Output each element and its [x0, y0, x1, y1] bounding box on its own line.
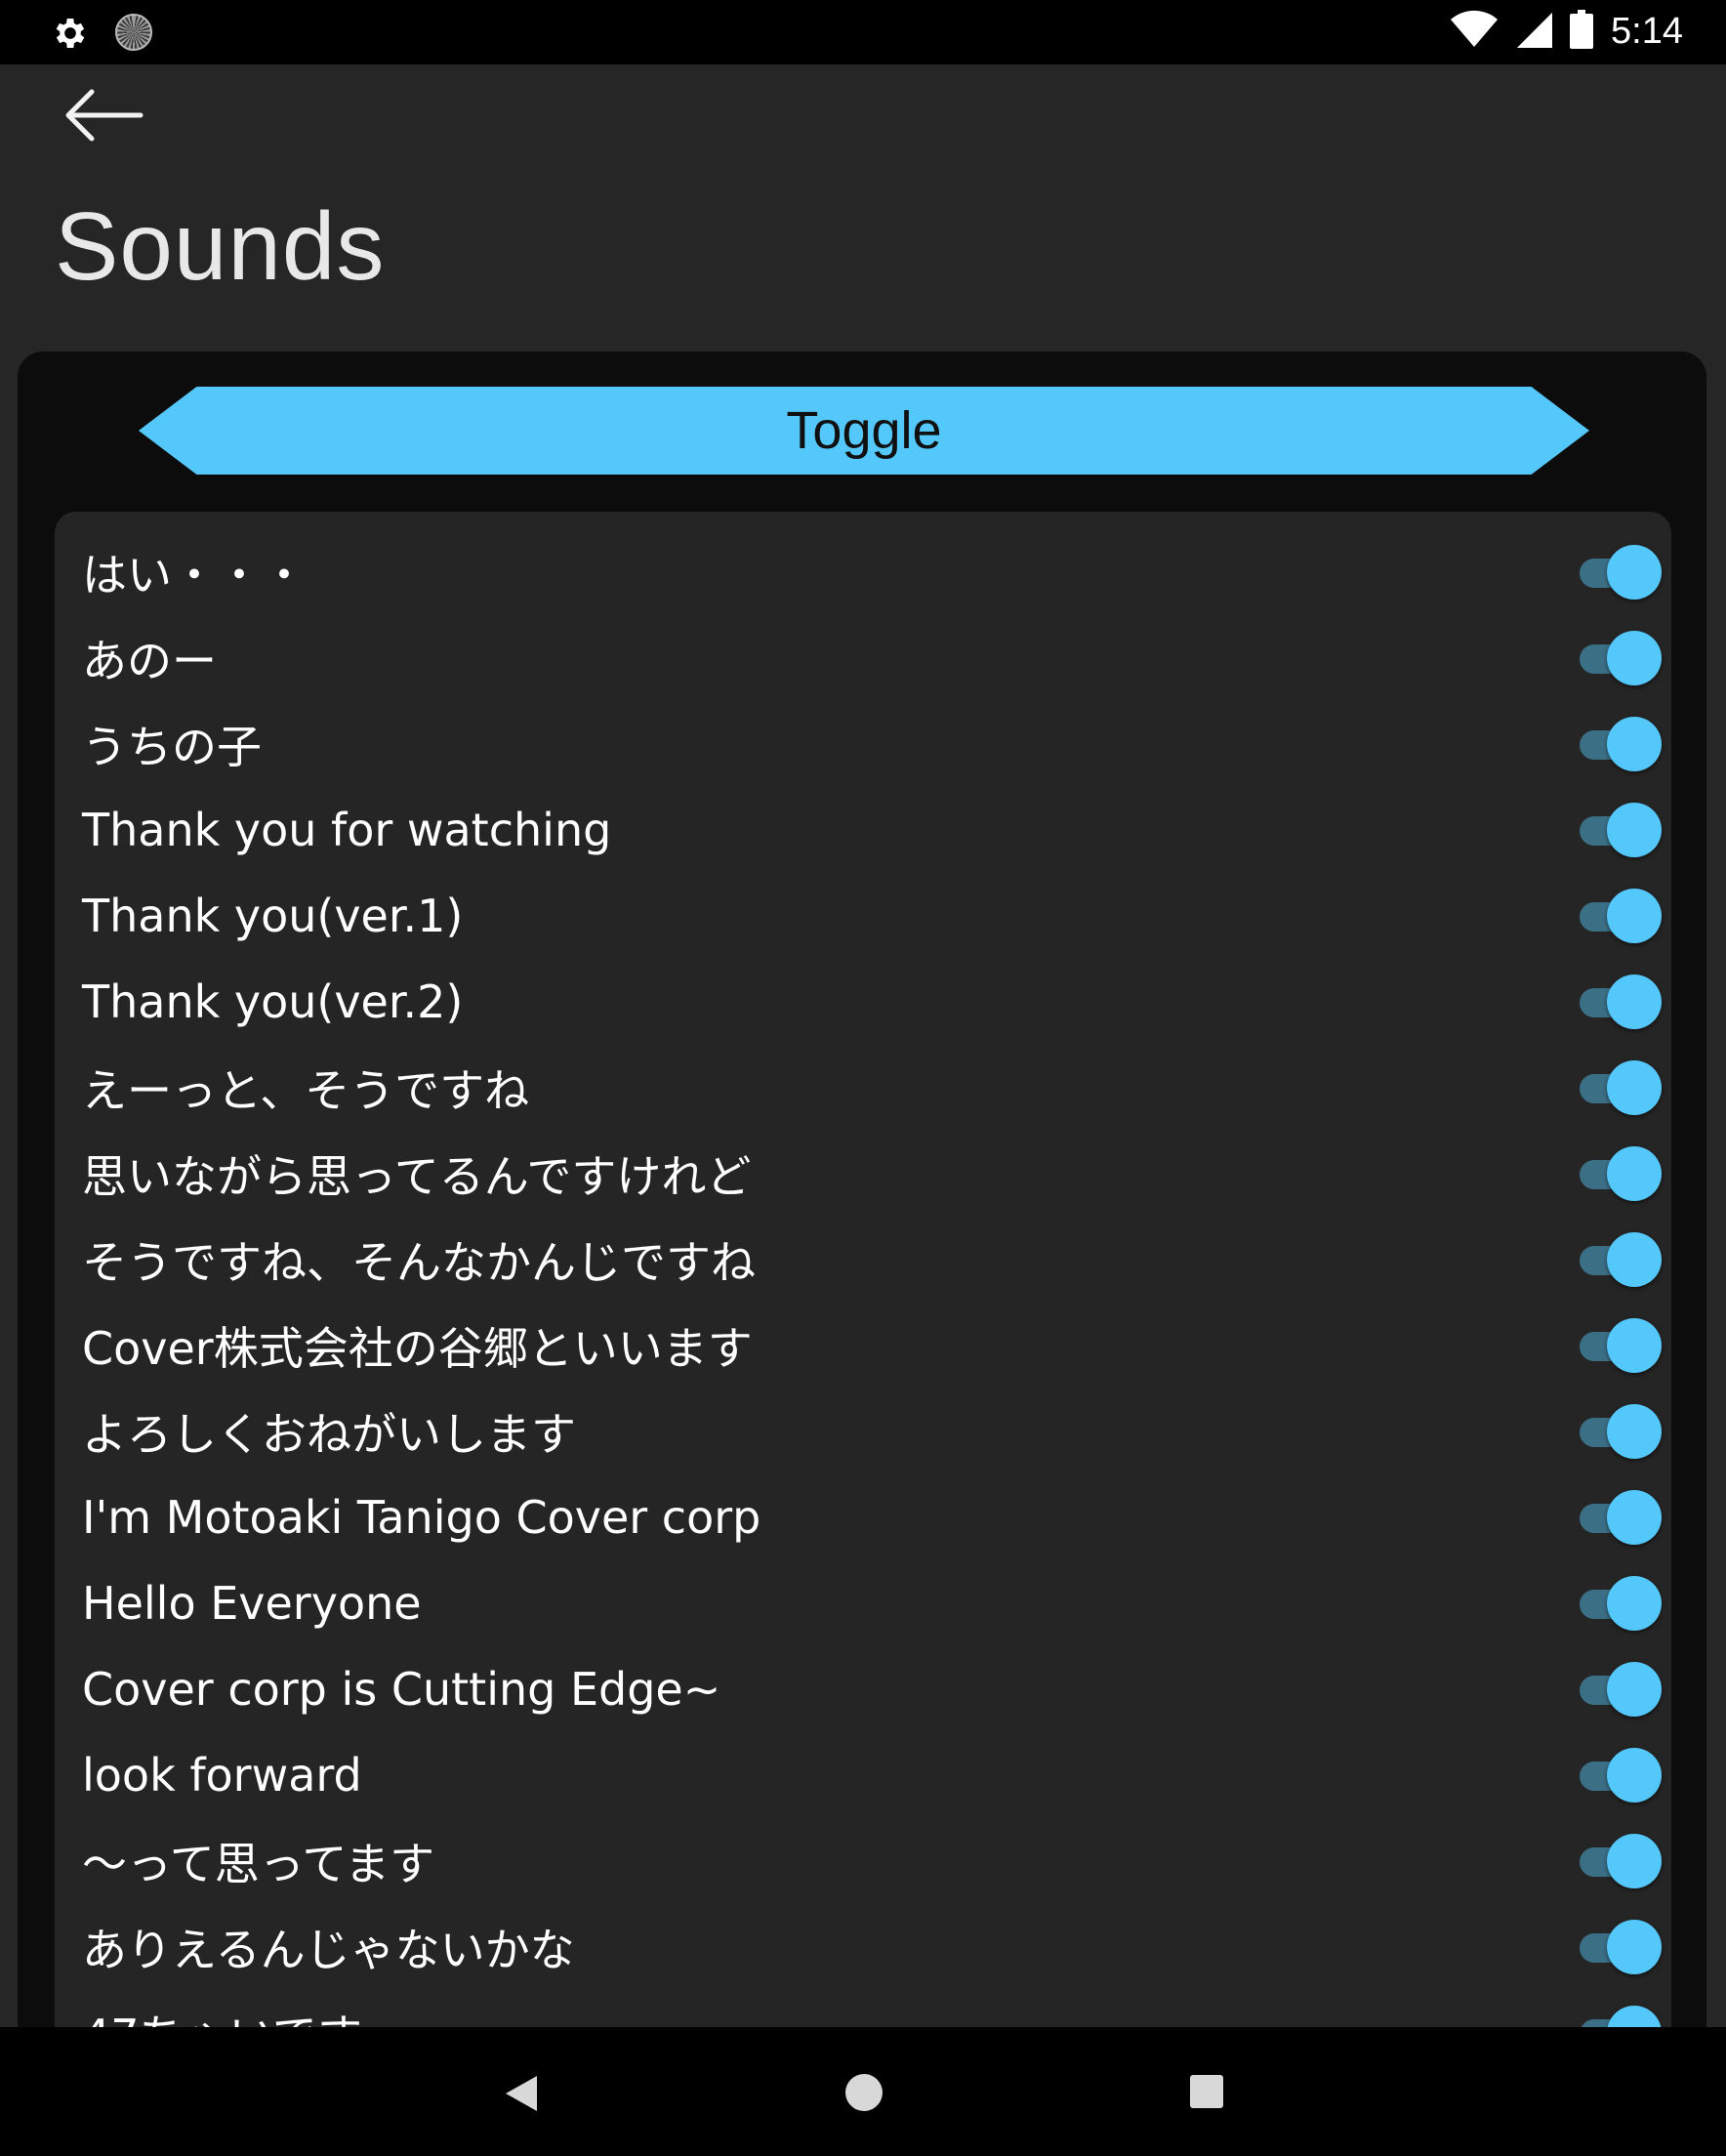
sound-item: そうですね、そんなかんじですね	[55, 1217, 1671, 1303]
switch-thumb	[1607, 717, 1662, 771]
sound-toggle-switch[interactable]	[1576, 1662, 1662, 1717]
status-bar-left	[51, 14, 152, 57]
switch-thumb	[1607, 1490, 1662, 1545]
switch-thumb	[1607, 1576, 1662, 1631]
sound-toggle-switch[interactable]	[1576, 1490, 1662, 1545]
switch-thumb	[1607, 889, 1662, 943]
sound-item: えーっと、そうですね	[55, 1045, 1671, 1131]
sound-toggle-switch[interactable]	[1576, 1060, 1662, 1115]
switch-thumb	[1607, 1404, 1662, 1459]
clock-icon	[115, 14, 152, 51]
switch-thumb	[1607, 803, 1662, 857]
switch-thumb	[1607, 1146, 1662, 1201]
sound-item: Thank you(ver.2)	[55, 959, 1671, 1045]
sound-item-label: Thank you(ver.1)	[82, 890, 464, 942]
switch-thumb	[1607, 1060, 1662, 1115]
cell-signal-icon	[1515, 10, 1553, 53]
sound-toggle-switch[interactable]	[1576, 1920, 1662, 1974]
sound-item-label: look forward	[82, 1749, 362, 1802]
sound-item-label: Cover corp is Cutting Edge~	[82, 1663, 721, 1716]
switch-thumb	[1607, 1748, 1662, 1803]
sound-item: ～って思ってます	[55, 1818, 1671, 1904]
sound-item-label: はい・・・	[82, 549, 307, 601]
switch-thumb	[1607, 545, 1662, 600]
sound-toggle-switch[interactable]	[1576, 717, 1662, 771]
sound-item-label: I'm Motoaki Tanigo Cover corp	[82, 1491, 761, 1544]
sound-item: はい・・・	[55, 529, 1671, 615]
navigation-bar	[0, 2027, 1726, 2156]
sound-item-label: Thank you(ver.2)	[82, 975, 464, 1028]
sound-item-label: ありえるんじゃないかな	[82, 1924, 575, 1976]
sound-item-label: うちの子	[82, 721, 262, 773]
sound-item: I'm Motoaki Tanigo Cover corp	[55, 1474, 1671, 1560]
page-title: Sounds	[55, 192, 386, 300]
sound-item-label: Cover株式会社の谷郷といいます	[82, 1322, 753, 1375]
sound-item: ありえるんじゃないかな	[55, 1904, 1671, 1990]
nav-back-icon[interactable]	[502, 2072, 541, 2115]
back-button[interactable]	[62, 86, 160, 154]
switch-thumb	[1607, 631, 1662, 685]
toggle-button[interactable]: Toggle	[139, 387, 1589, 475]
sound-toggle-switch[interactable]	[1576, 545, 1662, 600]
sound-toggle-switch[interactable]	[1576, 1404, 1662, 1459]
sound-toggle-switch[interactable]	[1576, 1146, 1662, 1201]
sound-item: Thank you(ver.1)	[55, 873, 1671, 959]
status-bar: 5:14	[0, 0, 1726, 64]
sound-toggle-switch[interactable]	[1576, 803, 1662, 857]
switch-thumb	[1607, 1662, 1662, 1717]
switch-thumb	[1607, 1920, 1662, 1974]
battery-icon	[1570, 10, 1594, 53]
sound-toggle-switch[interactable]	[1576, 889, 1662, 943]
sound-toggle-switch[interactable]	[1576, 1834, 1662, 1888]
sound-toggle-switch[interactable]	[1576, 631, 1662, 685]
settings-icon	[51, 14, 90, 57]
sound-item-label: あのー	[82, 635, 217, 687]
sound-list: はい・・・あのーうちの子 Thank you for watching Thank …	[55, 512, 1671, 2035]
sound-item-label: Thank you for watching	[82, 804, 612, 856]
switch-thumb	[1607, 974, 1662, 1029]
sound-item: Cover corp is Cutting Edge~	[55, 1646, 1671, 1732]
arrow-left-icon	[62, 89, 144, 148]
sound-item: あのー	[55, 615, 1671, 701]
sound-item: Cover株式会社の谷郷といいます	[55, 1303, 1671, 1389]
sound-item: 思いながら思ってるんですけれど	[55, 1131, 1671, 1217]
sound-item: よろしくおねがいします	[55, 1389, 1671, 1474]
sound-toggle-switch[interactable]	[1576, 974, 1662, 1029]
switch-thumb	[1607, 1232, 1662, 1287]
sound-item-label: そうですね、そんなかんじですね	[82, 1236, 756, 1289]
status-time: 5:14	[1611, 10, 1683, 52]
sound-toggle-switch[interactable]	[1576, 1232, 1662, 1287]
sound-toggle-switch[interactable]	[1576, 1748, 1662, 1803]
sound-item: うちの子	[55, 701, 1671, 787]
status-bar-right: 5:14	[1451, 10, 1683, 53]
sound-toggle-switch[interactable]	[1576, 1576, 1662, 1631]
switch-thumb	[1607, 1834, 1662, 1888]
switch-thumb	[1607, 1318, 1662, 1373]
sound-toggle-switch[interactable]	[1576, 1318, 1662, 1373]
wifi-icon	[1451, 10, 1499, 53]
sound-item-label: よろしくおねがいします	[82, 1408, 576, 1461]
sound-item: Hello Everyone	[55, 1560, 1671, 1646]
nav-home-icon[interactable]	[845, 2074, 883, 2111]
sound-item-label: ～って思ってます	[82, 1838, 435, 1890]
sound-item-label: Hello Everyone	[82, 1577, 422, 1630]
sound-item: look forward	[55, 1732, 1671, 1818]
sound-item: Thank you for watching	[55, 787, 1671, 873]
sound-item-label: えーっと、そうですね	[82, 1064, 530, 1117]
sound-item-label: 思いながら思ってるんですけれど	[82, 1150, 752, 1203]
nav-recents-icon[interactable]	[1190, 2075, 1223, 2108]
